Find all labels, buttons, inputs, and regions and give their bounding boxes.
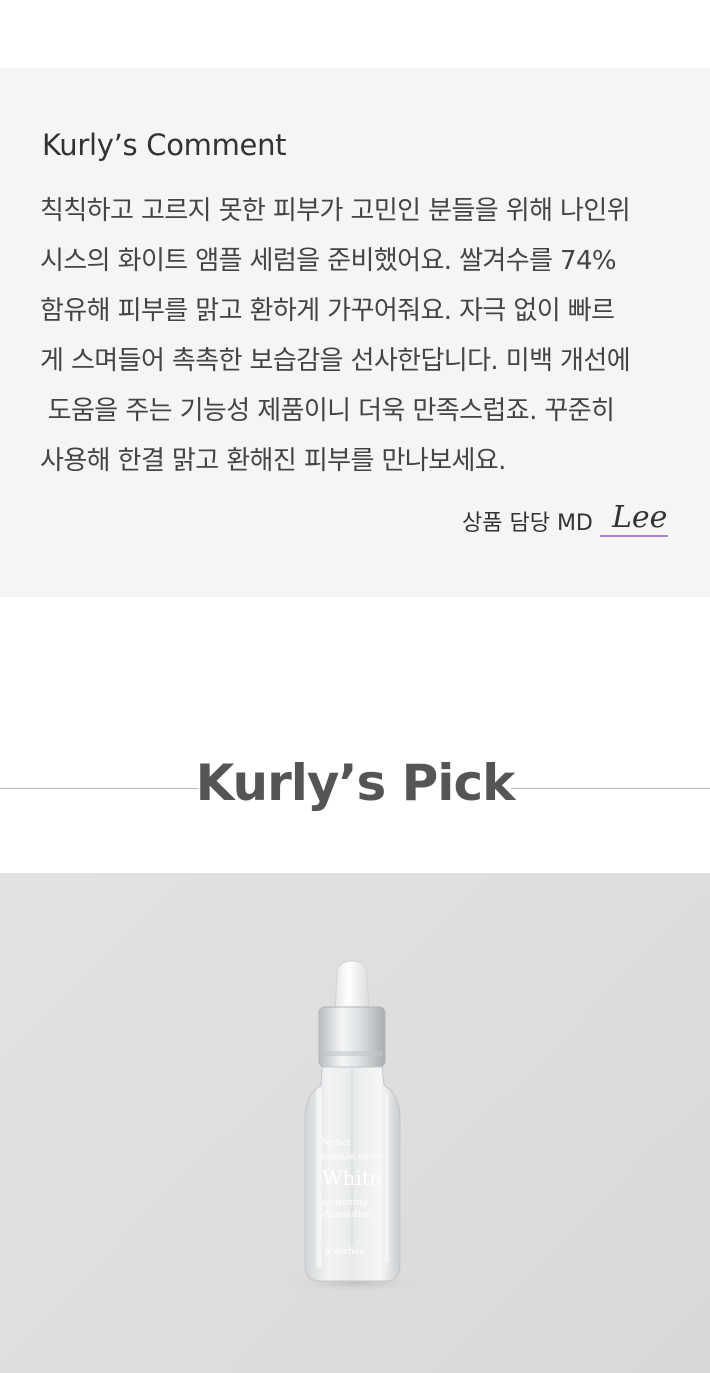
serum-bottle-illustration: Perfect ampoule serum White whitening di…: [286, 960, 426, 1293]
md-signature: Lee: [600, 500, 668, 537]
comment-line: 사용해 한결 맑고 환해진 피부를 만나보세요.: [40, 446, 506, 476]
comment-line: 시스의 화이트 앰플 세럼을 준비했어요. 쌀겨수를 74%: [40, 246, 617, 276]
product-image: Perfect ampoule serum White whitening di…: [0, 873, 710, 1373]
label-brand: White: [322, 1166, 382, 1190]
comment-line: 도움을 주는 기능성 제품이니 더욱 만족스럽죠. 꾸준히: [40, 396, 615, 426]
label-line4: dissolution: [322, 1210, 372, 1220]
divider-right: [511, 788, 710, 789]
kurly-pick-title: Kurly’s Pick: [195, 754, 516, 812]
label-line3: whitening: [322, 1198, 368, 1208]
comment-line: 함유해 피부를 맑고 환하게 가꾸어줘요. 자극 없이 빠르: [40, 296, 615, 326]
label-line2: ampoule serum: [320, 1152, 383, 1161]
signature-text: Lee: [611, 500, 667, 535]
label-line1: Perfect: [322, 1138, 350, 1147]
md-label: 상품 담당 MD: [462, 511, 593, 536]
comment-line: 게 스며들어 촉촉한 보습감을 선사한답니다. 미백 개선에: [40, 346, 631, 376]
comment-line: 칙칙하고 고르지 못한 피부가 고민인 분들을 위해 나인위: [40, 196, 631, 226]
label-logo: 9 wishes: [325, 1247, 364, 1257]
comment-title: Kurly’s Comment: [42, 128, 287, 162]
comment-body: 칙칙하고 고르지 못한 피부가 고민인 분들을 위해 나인위 시스의 화이트 앰…: [40, 186, 670, 486]
